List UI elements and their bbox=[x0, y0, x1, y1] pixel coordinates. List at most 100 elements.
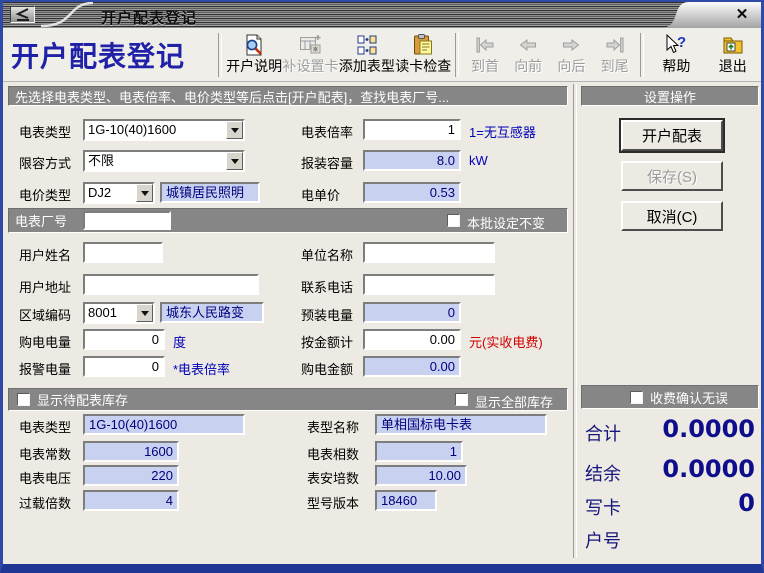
toolbar-separator bbox=[455, 33, 459, 77]
go-last-button: 到尾 bbox=[593, 31, 636, 79]
meter-type-label: 电表类型 bbox=[19, 122, 71, 141]
stock-options-bar: 显示待配表库存 显示全部库存 bbox=[8, 388, 568, 411]
region-code-label: 区域编码 bbox=[19, 305, 71, 324]
meter-type-value: 1G-10(40)1600 bbox=[85, 121, 226, 139]
open-account-config-button[interactable]: 开户配表 bbox=[621, 120, 723, 151]
open-account-help-button[interactable]: 开户说明 bbox=[226, 31, 282, 79]
svg-text:?: ? bbox=[677, 34, 686, 51]
add-model-icon bbox=[355, 31, 379, 57]
customer-address-input[interactable] bbox=[83, 274, 259, 295]
batch-fixed-label: 本批设定不变 bbox=[467, 213, 545, 232]
purchase-qty-unit: 度 bbox=[173, 332, 186, 351]
info-voltage-field: 220 bbox=[83, 465, 179, 486]
amount-hint: 元(实收电费) bbox=[469, 332, 543, 351]
price-type-label: 电价类型 bbox=[19, 185, 71, 204]
price-type-dropdown-arrow[interactable] bbox=[136, 184, 153, 202]
unit-price-label: 电单价 bbox=[301, 185, 340, 204]
write-card-value: 0 bbox=[738, 489, 755, 517]
info-ampere-field: 10.00 bbox=[375, 465, 467, 486]
titlebar-curve-decoration bbox=[39, 2, 95, 28]
info-phase-label: 电表相数 bbox=[307, 444, 359, 463]
capacity-unit: kW bbox=[469, 153, 488, 168]
limit-mode-dropdown-arrow[interactable] bbox=[226, 152, 243, 170]
region-code-combobox[interactable]: 8001 bbox=[83, 302, 155, 324]
panel-separator bbox=[573, 84, 577, 558]
org-name-label: 单位名称 bbox=[301, 245, 353, 264]
prev-arrow-icon bbox=[516, 31, 540, 57]
limit-mode-combobox[interactable]: 不限 bbox=[83, 150, 245, 172]
phone-input[interactable] bbox=[363, 274, 495, 295]
account-number-label: 户号 bbox=[585, 527, 621, 553]
phone-label: 联系电话 bbox=[301, 277, 353, 296]
instruction-text: 先选择电表类型、电表倍率、电价类型等后点击[开户配表]，查找电表厂号... bbox=[15, 87, 449, 106]
ratio-input[interactable]: 1 bbox=[363, 119, 461, 140]
price-type-combobox[interactable]: DJ2 bbox=[83, 182, 155, 204]
app-logo-icon[interactable] bbox=[10, 6, 35, 23]
limit-mode-label: 限容方式 bbox=[19, 153, 71, 172]
show-pending-stock-label: 显示待配表库存 bbox=[37, 390, 128, 409]
instruction-bar: 先选择电表类型、电表倍率、电价类型等后点击[开户配表]，查找电表厂号... bbox=[8, 86, 568, 106]
read-card-check-button[interactable]: 读卡检查 bbox=[395, 31, 451, 79]
show-pending-stock-checkbox[interactable] bbox=[17, 393, 30, 406]
supplement-card-button: 补设置卡 bbox=[282, 31, 338, 79]
info-model-name-label: 表型名称 bbox=[307, 417, 359, 436]
customer-name-label: 用户姓名 bbox=[19, 245, 71, 264]
help-button[interactable]: ? 帮助 bbox=[648, 31, 704, 79]
unit-price-field: 0.53 bbox=[363, 182, 461, 203]
cancel-button[interactable]: 取消(C) bbox=[621, 201, 723, 231]
info-const-label: 电表常数 bbox=[19, 444, 71, 463]
document-search-icon bbox=[242, 31, 266, 57]
info-overload-field: 4 bbox=[83, 490, 179, 511]
balance-value: 0.0000 bbox=[662, 455, 755, 483]
limit-mode-value: 不限 bbox=[85, 152, 226, 170]
purchase-qty-label: 购电电量 bbox=[19, 332, 71, 351]
save-button: 保存(S) bbox=[621, 161, 723, 191]
meter-type-dropdown-arrow[interactable] bbox=[226, 121, 243, 139]
fee-confirm-label: 收费确认无误 bbox=[650, 388, 728, 407]
toolbar-separator bbox=[640, 33, 644, 77]
first-arrow-icon bbox=[473, 31, 497, 57]
exit-folder-icon bbox=[721, 31, 745, 57]
customer-address-label: 用户地址 bbox=[19, 277, 71, 296]
region-code-dropdown-arrow[interactable] bbox=[136, 304, 153, 322]
total-value: 0.0000 bbox=[662, 415, 755, 443]
card-settings-icon bbox=[298, 31, 322, 57]
amount-input[interactable]: 0.00 bbox=[363, 329, 461, 350]
alarm-qty-input[interactable]: 0 bbox=[83, 356, 165, 377]
meter-type-combobox[interactable]: 1G-10(40)1600 bbox=[83, 119, 245, 141]
action-panel: 设置操作 开户配表 保存(S) 取消(C) 收费确认无误 合计 0.0000 结… bbox=[579, 84, 761, 562]
window-title: 开户配表登记 bbox=[101, 7, 197, 28]
info-voltage-label: 电表电压 bbox=[19, 468, 71, 487]
show-all-stock-label: 显示全部库存 bbox=[475, 392, 553, 411]
show-all-stock-checkbox[interactable] bbox=[455, 393, 468, 406]
price-type-desc: 城镇居民照明 bbox=[160, 182, 260, 203]
capacity-field: 8.0 bbox=[363, 150, 461, 171]
capacity-label: 报装容量 bbox=[301, 153, 353, 172]
customer-name-input[interactable] bbox=[83, 242, 163, 263]
batch-fixed-checkbox[interactable] bbox=[447, 214, 460, 227]
preload-label: 预装电量 bbox=[301, 305, 353, 324]
balance-label: 结余 bbox=[585, 460, 621, 486]
info-meter-type-label: 电表类型 bbox=[19, 417, 71, 436]
go-next-button: 向后 bbox=[550, 31, 593, 79]
info-const-field: 1600 bbox=[83, 441, 179, 462]
action-panel-header: 设置操作 bbox=[581, 86, 759, 106]
region-desc: 城东人民路变 bbox=[160, 302, 264, 323]
factory-number-bar: 电表厂号 本批设定不变 bbox=[8, 208, 568, 233]
info-phase-field: 1 bbox=[375, 441, 463, 462]
titlebar[interactable]: 开户配表登记 ✕ bbox=[3, 2, 761, 28]
purchase-qty-input[interactable]: 0 bbox=[83, 329, 165, 350]
close-icon[interactable]: ✕ bbox=[732, 5, 752, 25]
fee-confirm-checkbox[interactable] bbox=[630, 391, 643, 404]
add-meter-model-button[interactable]: 添加表型 bbox=[339, 31, 395, 79]
factory-number-input[interactable] bbox=[83, 211, 171, 230]
clipboard-check-icon bbox=[411, 31, 435, 57]
info-model-name-field: 单相国标电卡表 bbox=[375, 414, 547, 435]
last-arrow-icon bbox=[603, 31, 627, 57]
factory-number-label: 电表厂号 bbox=[15, 211, 67, 230]
write-card-label: 写卡 bbox=[585, 494, 621, 520]
org-name-input[interactable] bbox=[363, 242, 495, 263]
chevron-down-icon bbox=[141, 311, 149, 316]
alarm-qty-hint: *电表倍率 bbox=[173, 359, 230, 378]
exit-button[interactable]: 退出 bbox=[705, 31, 761, 79]
